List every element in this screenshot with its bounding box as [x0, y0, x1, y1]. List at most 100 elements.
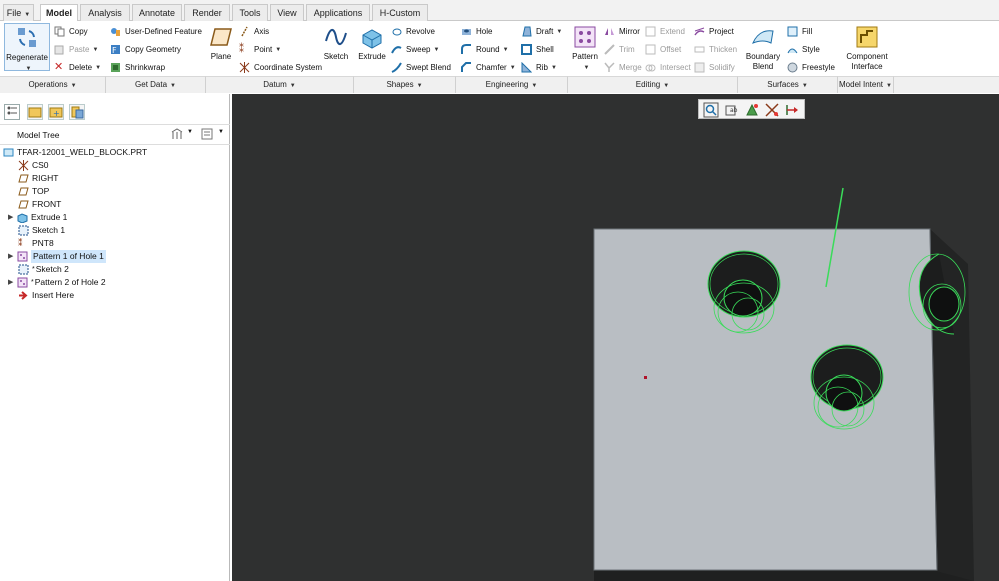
rib-button[interactable]: Rib ▼	[521, 60, 557, 75]
tab-analysis[interactable]: Analysis	[80, 4, 130, 21]
axis-button[interactable]: Axis	[239, 24, 269, 39]
boundary-blend-icon	[752, 30, 774, 44]
sketch-icon	[18, 225, 29, 236]
coordinate-system-button[interactable]: Coordinate System	[239, 60, 322, 75]
svg-text:F: F	[112, 46, 117, 55]
trim-button[interactable]: Trim	[604, 42, 635, 57]
copy-button[interactable]: Copy	[54, 24, 88, 39]
style-button[interactable]: Style	[787, 42, 820, 57]
datum-group[interactable]: Datum ▼	[206, 76, 354, 93]
model-intent-group[interactable]: Model Intent ▼	[838, 76, 894, 93]
shapes-group[interactable]: Shapes ▼	[354, 76, 456, 93]
tab-model[interactable]: Model	[40, 4, 78, 22]
thicken-label: Thicken	[709, 44, 738, 54]
sweep-button[interactable]: Sweep ▼	[391, 42, 439, 57]
tab-applications[interactable]: Applications	[306, 4, 370, 21]
layers-tab[interactable]	[69, 104, 85, 120]
tree-item-pattern-1[interactable]: ▶ Pattern 1 of Hole 1	[8, 250, 106, 263]
fill-button[interactable]: Fill	[787, 24, 812, 39]
component-interface-button[interactable]: Component Interface	[842, 25, 892, 72]
draft-button[interactable]: Draft ▼	[521, 24, 562, 39]
tree-item-sketch-2[interactable]: * Sketch 2	[18, 263, 69, 276]
tree-settings-dropdown-icon[interactable]: ▼	[187, 129, 193, 135]
part-model[interactable]	[232, 94, 999, 581]
graphics-viewport[interactable]: ab	[232, 94, 999, 581]
mirror-label: Mirror	[619, 26, 640, 36]
plane-button[interactable]: Plane	[208, 25, 234, 62]
paste-icon	[54, 44, 65, 55]
shrinkwrap-button[interactable]: Shrinkwrap	[110, 60, 165, 75]
sweep-label: Sweep	[406, 44, 431, 54]
operations-group[interactable]: Operations ▼	[0, 76, 106, 93]
tree-item-front[interactable]: FRONT	[18, 198, 61, 211]
expand-arrow-icon[interactable]: ▶	[8, 276, 17, 289]
revolve-button[interactable]: Revolve	[391, 24, 435, 39]
user-defined-feature-button[interactable]: User-Defined Feature	[110, 24, 202, 39]
thicken-icon	[694, 44, 705, 55]
regenerate-dropdown-icon[interactable]: ▼	[26, 66, 32, 72]
project-button[interactable]: Project	[694, 24, 734, 39]
folder-icon	[28, 107, 42, 118]
tree-item-cs0[interactable]: CS0	[18, 159, 49, 172]
mirror-button[interactable]: Mirror	[604, 24, 640, 39]
extrude-button[interactable]: Extrude	[356, 25, 388, 62]
tree-item-extrude-1[interactable]: ▶ Extrude 1	[8, 211, 67, 224]
intersect-button[interactable]: Intersect	[645, 60, 691, 75]
boundary-blend-button[interactable]: Boundary Blend	[743, 25, 783, 72]
round-button[interactable]: Round ▼	[461, 42, 509, 57]
extend-button[interactable]: Extend	[645, 24, 685, 39]
editing-group[interactable]: Editing ▼	[568, 76, 738, 93]
sketch-button[interactable]: Sketch	[322, 25, 350, 62]
project-label: Project	[709, 26, 734, 36]
tab-view[interactable]: View	[270, 4, 304, 21]
merge-button[interactable]: Merge	[604, 60, 642, 75]
favorites-tab[interactable]: +	[48, 104, 64, 120]
copy-geometry-button[interactable]: F Copy Geometry	[110, 42, 181, 57]
chamfer-button[interactable]: Chamfer ▼	[461, 60, 516, 75]
hole-button[interactable]: Hole	[461, 24, 492, 39]
paste-button[interactable]: Paste ▼	[54, 42, 98, 57]
tab-annotate[interactable]: Annotate	[132, 4, 182, 21]
swept-blend-button[interactable]: Swept Blend	[391, 60, 451, 75]
freestyle-button[interactable]: Freestyle	[787, 60, 835, 75]
show-menu-icon[interactable]	[200, 127, 214, 141]
extend-label: Extend	[660, 26, 685, 36]
offset-button[interactable]: Offset	[645, 42, 681, 57]
tab-render[interactable]: Render	[184, 4, 230, 21]
tree-root[interactable]: TFAR-12001_WELD_BLOCK.PRT	[3, 146, 147, 159]
tree-item-pnt8[interactable]: ⁑ PNT8	[18, 237, 54, 250]
tree-item-insert-here[interactable]: Insert Here	[18, 289, 74, 302]
regenerate-button[interactable]: Regenerate ▼	[4, 23, 50, 72]
tree-item-pattern-2[interactable]: ▶ * Pattern 2 of Hole 2	[8, 276, 106, 289]
tree-item-top[interactable]: TOP	[18, 185, 49, 198]
show-menu-dropdown-icon[interactable]: ▼	[218, 129, 224, 135]
model-intent-group-label: Model Intent	[839, 80, 884, 89]
tree-item-right[interactable]: RIGHT	[18, 172, 58, 185]
pattern-button[interactable]: Pattern ▼	[571, 25, 599, 73]
datum-point-marker[interactable]	[644, 376, 647, 379]
solidify-button[interactable]: Solidify	[694, 60, 735, 75]
tree-settings-icon[interactable]	[170, 127, 184, 141]
thicken-button[interactable]: Thicken	[694, 42, 737, 57]
expand-arrow-icon[interactable]: ▶	[8, 250, 17, 263]
shell-button[interactable]: Shell	[521, 42, 554, 57]
fill-icon	[787, 26, 798, 37]
delete-button[interactable]: ✕ Delete ▼	[54, 60, 101, 75]
tab-h-custom[interactable]: H-Custom	[372, 4, 428, 21]
surfaces-group[interactable]: Surfaces ▼	[738, 76, 838, 93]
tab-tools[interactable]: Tools	[232, 4, 268, 21]
get-data-group[interactable]: Get Data ▼	[106, 76, 206, 93]
engineering-group[interactable]: Engineering ▼	[456, 76, 568, 93]
coordinate-system-icon	[18, 160, 29, 171]
extrude-label: Extrude	[358, 52, 386, 61]
delete-icon: ✕	[54, 61, 64, 73]
tab-file[interactable]: File ▼	[3, 4, 34, 21]
pattern-label: Pattern	[572, 52, 598, 61]
folder-browser-tab[interactable]	[27, 104, 43, 120]
point-button[interactable]: ⁑ Point ▼	[239, 42, 281, 57]
model-tree-tab[interactable]	[4, 104, 20, 120]
chamfer-label: Chamfer	[476, 62, 507, 72]
tree-item-sketch-1[interactable]: Sketch 1	[18, 224, 65, 237]
expand-arrow-icon[interactable]: ▶	[8, 211, 17, 224]
shrinkwrap-icon	[110, 62, 121, 73]
